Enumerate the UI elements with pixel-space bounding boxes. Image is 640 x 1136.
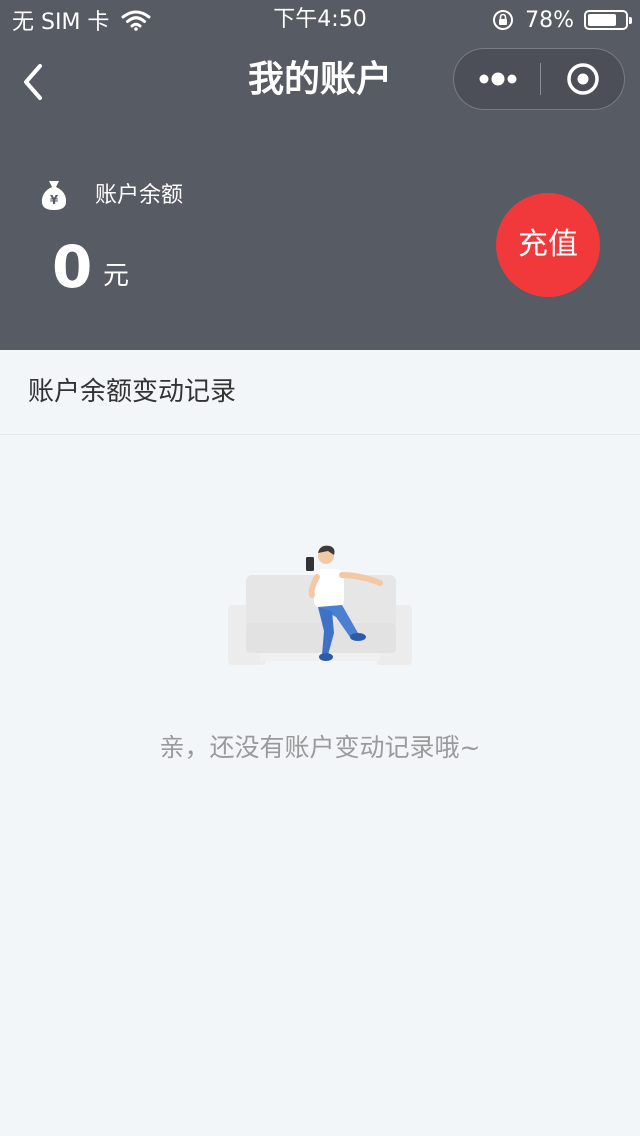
mini-program-capsule: [453, 48, 625, 110]
account-header: 无 SIM 卡 下午4:50 78% 我的账户 ¥ 账户余额 0 元 充值: [0, 0, 640, 350]
back-button[interactable]: [14, 60, 58, 104]
balance-amount: 0: [52, 233, 93, 301]
balance-unit: 元: [103, 261, 130, 291]
battery-percent: 78%: [525, 7, 574, 33]
close-target-icon: [567, 63, 599, 95]
person-on-sofa-illustration: [228, 545, 412, 665]
back-chevron-icon: [24, 64, 42, 100]
svg-text:¥: ¥: [50, 193, 59, 207]
section-divider: [0, 434, 640, 435]
status-bar: 无 SIM 卡 下午4:50 78%: [0, 0, 640, 40]
nav-bar: 我的账户: [0, 40, 640, 126]
money-bag-yen-icon: ¥: [41, 181, 67, 210]
status-right: 78%: [491, 6, 632, 34]
orientation-lock-icon: [493, 10, 514, 30]
records-section-title: 账户余额变动记录: [28, 377, 237, 407]
battery-fill: [588, 14, 616, 26]
more-dots-icon: [479, 72, 517, 86]
empty-state-text: 亲，还没有账户变动记录哦~: [159, 733, 481, 762]
balance-label: 账户余额: [95, 183, 184, 208]
close-mini-program-button[interactable]: [541, 49, 625, 109]
recharge-button[interactable]: 充值: [496, 193, 600, 297]
more-button[interactable]: [454, 49, 540, 109]
battery-icon: [584, 10, 632, 30]
